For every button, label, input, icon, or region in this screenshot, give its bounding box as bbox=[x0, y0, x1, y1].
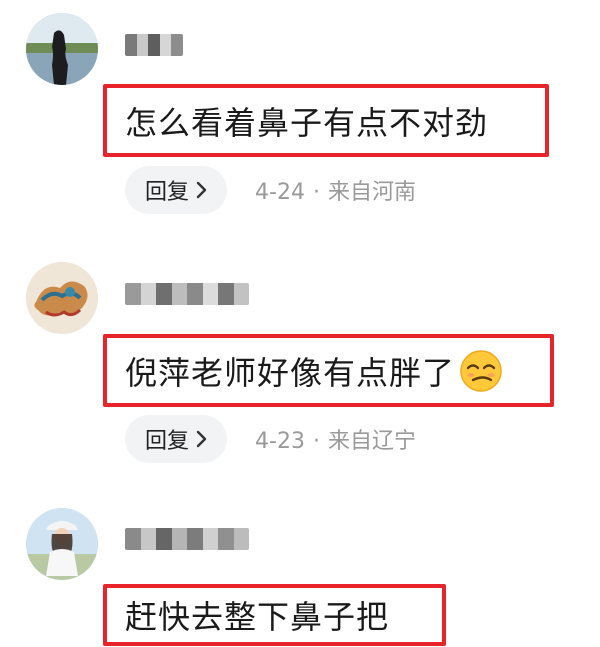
user-avatar[interactable] bbox=[26, 508, 98, 580]
meta-separator: · bbox=[312, 180, 320, 205]
chevron-right-icon bbox=[195, 430, 207, 448]
comment-text-box: 怎么看着鼻子有点不对劲 bbox=[103, 84, 549, 157]
comment-date: 4-23 bbox=[255, 429, 305, 454]
reply-label: 回复 bbox=[145, 180, 190, 205]
username-obscured[interactable] bbox=[125, 34, 183, 56]
reply-label: 回复 bbox=[145, 429, 190, 454]
comment-actions: 回复 4-23 · 来自辽宁 bbox=[125, 415, 416, 463]
username-obscured[interactable] bbox=[125, 528, 249, 550]
meta-separator: · bbox=[312, 429, 320, 454]
comment-meta: 4-23 · 来自辽宁 bbox=[255, 423, 416, 455]
comment-text: 赶快去整下鼻子把 bbox=[125, 598, 390, 636]
comment-actions: 回复 4-24 · 来自河南 bbox=[125, 166, 416, 214]
avatar-image bbox=[26, 262, 98, 334]
avatar-image bbox=[26, 13, 98, 85]
smirk-emoji-icon bbox=[459, 349, 503, 393]
chevron-right-icon bbox=[195, 181, 207, 199]
comment-text: 倪萍老师好像有点胖了 bbox=[125, 353, 456, 392]
reply-button[interactable]: 回复 bbox=[125, 415, 228, 463]
user-avatar[interactable] bbox=[26, 262, 98, 334]
comment-meta: 4-24 · 来自河南 bbox=[255, 174, 416, 206]
comment-text-box: 赶快去整下鼻子把 bbox=[103, 584, 446, 646]
user-avatar[interactable] bbox=[26, 13, 98, 85]
comment-text: 怎么看着鼻子有点不对劲 bbox=[125, 103, 489, 142]
reply-button[interactable]: 回复 bbox=[125, 166, 228, 214]
comment-text-box: 倪萍老师好像有点胖了 bbox=[103, 334, 554, 407]
avatar-image bbox=[26, 508, 98, 580]
comment-location: 来自辽宁 bbox=[327, 429, 416, 454]
username-obscured[interactable] bbox=[125, 283, 249, 305]
comment-location: 来自河南 bbox=[327, 180, 416, 205]
comment-date: 4-24 bbox=[255, 180, 305, 205]
